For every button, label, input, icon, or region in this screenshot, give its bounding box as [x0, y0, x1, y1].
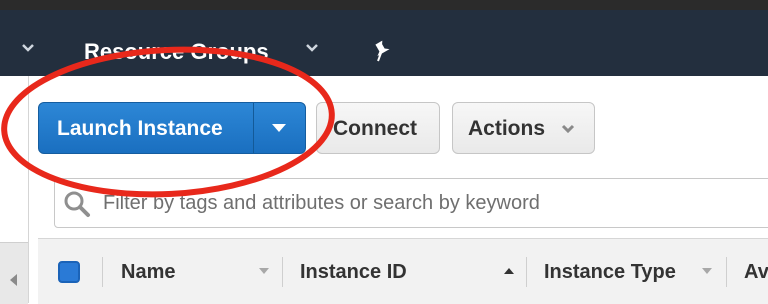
column-divider: [526, 257, 527, 287]
table-header-row: Name Instance ID Instance Type Av: [38, 238, 768, 304]
sort-up-icon[interactable]: [503, 267, 515, 275]
button-divider: [253, 103, 254, 153]
caret-down-icon[interactable]: [271, 123, 287, 133]
column-divider: [726, 257, 727, 287]
pushpin-icon[interactable]: [372, 40, 392, 62]
column-divider: [102, 257, 103, 287]
chevron-down-icon[interactable]: [304, 40, 320, 56]
sort-down-icon[interactable]: [701, 267, 713, 275]
search-icon: [64, 191, 90, 217]
top-nav-bar: Resource Groups: [0, 10, 768, 76]
search-filter-box[interactable]: [54, 178, 768, 228]
connect-label: Connect: [333, 117, 417, 140]
column-header-instance-id[interactable]: Instance ID: [300, 261, 407, 283]
column-header-name[interactable]: Name: [121, 261, 175, 283]
browser-top-strip: [0, 0, 768, 10]
actions-label: Actions: [468, 117, 546, 140]
select-all-checkbox[interactable]: [58, 261, 80, 283]
launch-instance-label: Launch Instance: [57, 117, 223, 140]
sidebar-collapse-area[interactable]: [0, 242, 28, 304]
chevron-down-icon[interactable]: [20, 40, 36, 56]
search-input[interactable]: [103, 189, 763, 217]
collapse-arrow-icon[interactable]: [8, 273, 18, 287]
column-header-availability-zone[interactable]: Av: [744, 261, 768, 283]
column-divider: [282, 257, 283, 287]
connect-button[interactable]: Connect: [316, 102, 440, 154]
left-sidebar-edge: [0, 76, 29, 304]
actions-button[interactable]: Actions: [452, 102, 595, 154]
chevron-down-icon: [561, 124, 575, 134]
launch-instance-button[interactable]: Launch Instance: [38, 102, 306, 154]
column-header-instance-type[interactable]: Instance Type: [544, 261, 676, 283]
sort-down-icon[interactable]: [258, 267, 270, 275]
resource-groups-menu[interactable]: Resource Groups: [84, 39, 269, 65]
